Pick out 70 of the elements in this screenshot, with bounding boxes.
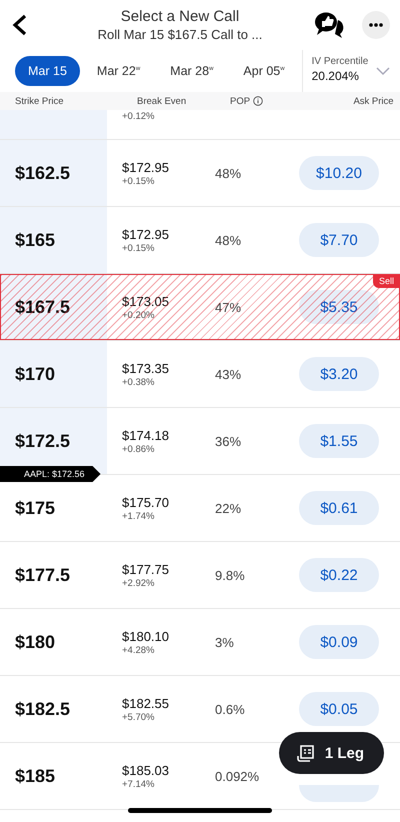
ask-price-button[interactable]: $0.61 [299,491,379,525]
pop-value: 22% [215,500,242,518]
strike-price: $167.5 [15,296,70,318]
date-tab[interactable]: Mar 15 [15,56,80,86]
sell-badge: Sell [372,274,400,288]
break-even-price: $173.05 [122,294,170,308]
pop-value: 36% [215,432,242,450]
strike-price: $175 [15,498,56,518]
stock-price-marker: AAPL: $172.56 [0,466,101,482]
legs-button[interactable]: 1 Leg [278,732,384,774]
break-even-change: +4.28% [122,644,156,656]
column-header: POP [230,96,332,106]
ellipsis-icon [369,23,383,27]
column-header: Strike Price [15,96,65,106]
strike-price: $185 [15,766,56,786]
break-even-price: $172.95 [122,226,170,242]
info-icon[interactable] [253,96,264,106]
iv-value: 20.204% [312,69,360,83]
ask-price-button[interactable]: $5.35 [299,290,379,324]
ask-price-button[interactable]: $3.20 [299,357,379,391]
pop-value: 9.8% [215,566,246,584]
break-even-change: +0.38% [122,376,156,388]
pop-value: 48% [215,232,242,250]
break-even-price: $180.10 [122,628,170,644]
pop-value: 47% [215,298,242,316]
break-even-change: +0.20% [122,310,156,320]
ask-price-button[interactable]: $1.55 [299,424,379,458]
strike-price: $182.5 [15,698,70,720]
break-even-change: +7.14% [122,778,156,790]
pop-value: 3% [215,634,235,652]
break-even-price: $173.35 [122,360,170,376]
ask-price-button[interactable]: $0.22 [299,558,379,592]
date-tab[interactable]: Apr 05$^{w}$ [230,56,298,86]
strike-price: $180 [15,632,56,652]
strike-price: $165 [15,230,56,250]
break-even-price: $177.75 [122,562,170,576]
break-even-price: $175.70 [122,494,170,510]
date-tab[interactable]: Mar 28$^{w}$ [157,56,226,86]
break-even-price: $185.03 [122,762,170,778]
column-header: Ask Price [352,96,395,106]
strike-price: $162.5 [15,162,70,184]
strike-price: $177.5 [15,564,70,586]
date-tab[interactable]: Mar 22$^{w}$ [84,56,154,86]
pop-value: 43% [215,366,242,384]
break-even-change: +0.15% [122,242,156,254]
column-header: Break Even [137,96,188,106]
ask-price-button[interactable]: $7.70 [299,223,379,257]
break-even-price: $174.18 [122,428,170,442]
screen-title: Select a New Call [120,8,240,25]
chat-bubbles-icon[interactable] [314,11,344,39]
break-even-change: +0.12% [122,111,156,122]
pop-value: 0.6% [215,700,246,718]
pop-value: 0.092% [215,768,260,786]
break-even-change: +1.74% [122,510,156,522]
break-even-change: +2.92% [122,578,156,588]
strike-price: $170 [15,364,56,384]
ask-price-button[interactable]: $10.20 [299,156,379,190]
break-even-change: +0.86% [122,444,156,454]
ask-price-button[interactable]: $0.09 [299,625,379,659]
break-even-change: +0.15% [122,176,156,186]
screen-subtitle: Roll Mar 15 $167.5 Call to ... [98,27,262,42]
ticket-icon [296,744,315,762]
iv-label: IV Percentile [312,56,368,67]
ask-price-button[interactable]: $0.05 [299,692,379,726]
break-even-price: $172.95 [122,160,170,174]
pop-value: 48% [215,164,242,182]
break-even-change: +5.70% [122,712,156,722]
break-even-price: $182.55 [122,696,170,710]
more-button[interactable] [362,11,390,39]
strike-price: $172.5 [15,430,70,452]
